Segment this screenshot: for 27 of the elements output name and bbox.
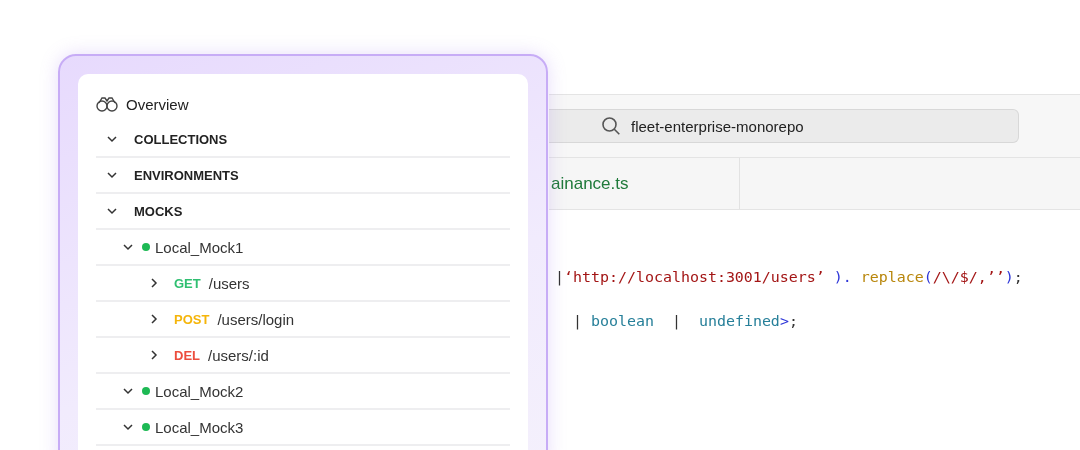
chevron-right-icon[interactable] xyxy=(148,349,160,361)
chevron-down-icon[interactable] xyxy=(122,421,134,433)
chevron-right-icon[interactable] xyxy=(148,277,160,289)
mock-name[interactable]: Local_Mock1 xyxy=(155,238,244,256)
http-method: DEL xyxy=(174,347,200,363)
section-header[interactable]: ENVIRONMENTS xyxy=(134,167,239,183)
endpoint-path[interactable]: /users xyxy=(208,274,250,292)
chevron-down-icon[interactable] xyxy=(106,133,118,145)
code-line: | boolean | undefined>; xyxy=(572,312,799,330)
code-line: |‘http://localhost:3001/users’ ). replace(/\/$/,’’); xyxy=(555,268,1024,286)
http-method: GET xyxy=(174,275,201,291)
mock-name[interactable]: Local_Mock3 xyxy=(155,418,244,436)
section-header[interactable]: COLLECTIONS xyxy=(134,131,228,147)
http-method: POST xyxy=(174,311,210,327)
chevron-down-icon[interactable] xyxy=(122,241,134,253)
chevron-down-icon[interactable] xyxy=(106,169,118,181)
search-icon xyxy=(601,116,621,136)
section-header[interactable]: MOCKS xyxy=(134,203,183,219)
chevron-down-icon[interactable] xyxy=(106,205,118,217)
mock-name[interactable]: Local_Mock2 xyxy=(155,382,244,400)
chevron-right-icon[interactable] xyxy=(148,313,160,325)
endpoint-path[interactable]: /users/:id xyxy=(208,346,269,364)
binoculars-icon xyxy=(96,96,118,112)
chevron-down-icon[interactable] xyxy=(122,385,134,397)
search-field[interactable]: fleet-enterprise-monorepo xyxy=(549,109,1019,143)
overview-link[interactable]: Overview xyxy=(126,95,189,113)
endpoint-path[interactable]: /users/login xyxy=(217,310,295,328)
